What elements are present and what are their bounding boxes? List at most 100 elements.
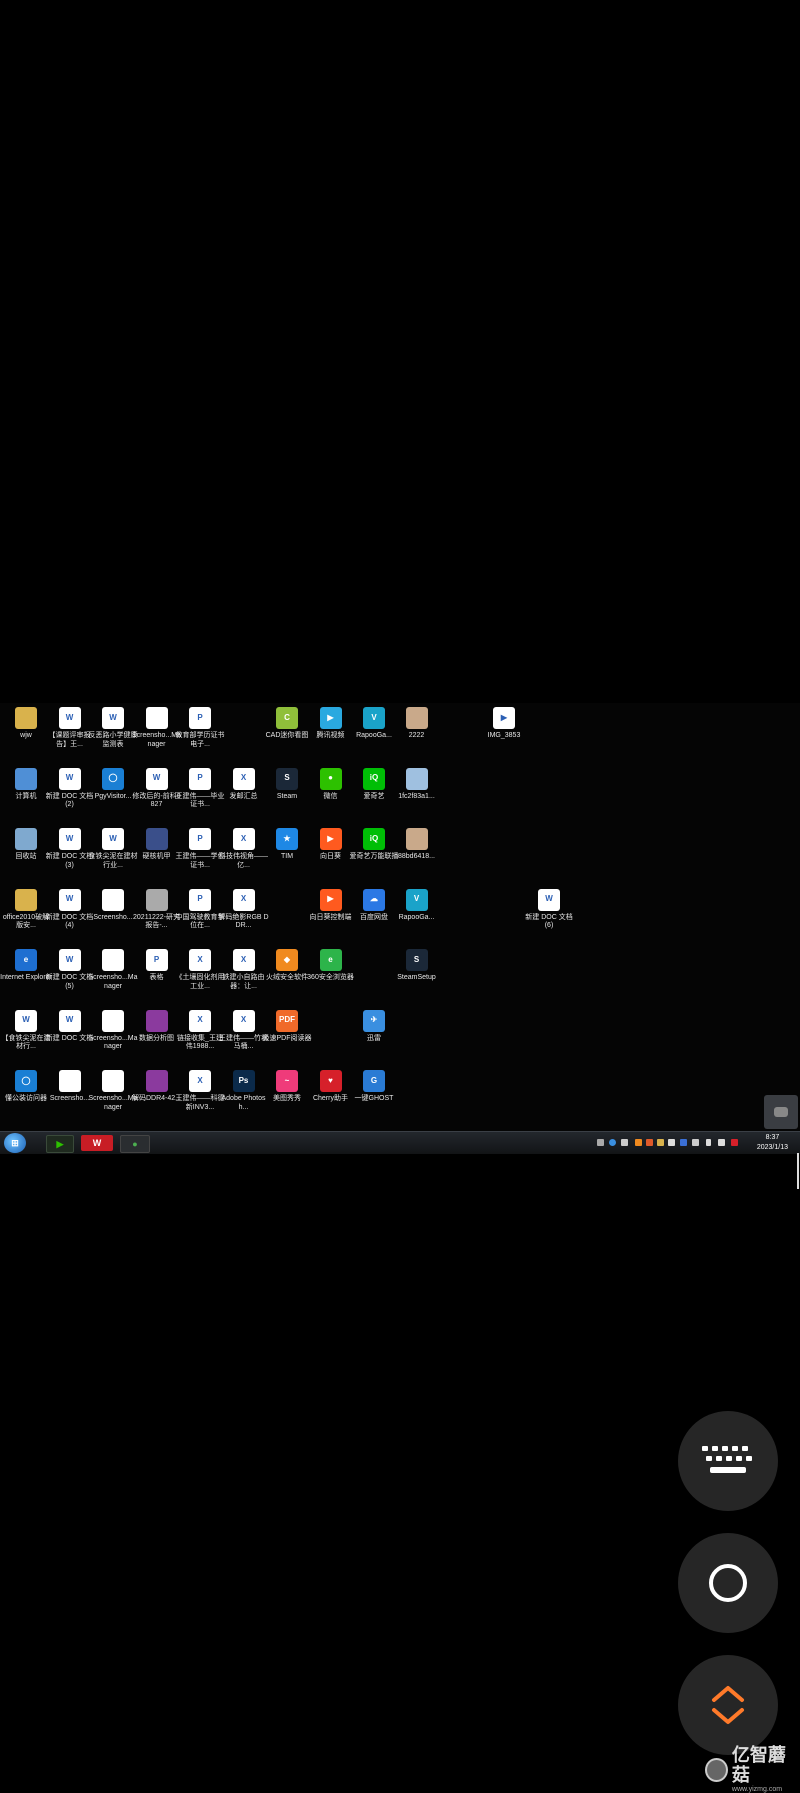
- desktop-icon[interactable]: PDF 极速PDF阅读器: [261, 1009, 313, 1044]
- desktop-corner-widget[interactable]: [764, 1095, 798, 1129]
- watermark-url: www.yizmg.com: [731, 1786, 783, 1793]
- start-button[interactable]: ⊞: [4, 1133, 26, 1153]
- desktop-icon[interactable]: S SteamSetup: [391, 949, 443, 983]
- app-icon: iQ: [363, 767, 385, 790]
- app-icon: ●: [319, 767, 342, 790]
- home-button[interactable]: [678, 1533, 778, 1633]
- app-icon: V: [405, 888, 428, 911]
- screen: { "desktop_icons": [ {"label":"wjw","col…: [0, 0, 800, 1793]
- app-icon: [15, 828, 37, 850]
- app-icon: S: [405, 949, 428, 971]
- tray-flag-icon[interactable]: [731, 1139, 738, 1146]
- tray-mail-icon[interactable]: [657, 1139, 664, 1146]
- app-icon: [102, 949, 124, 971]
- desktop-icon[interactable]: V RapooGa...: [391, 888, 443, 923]
- app-icon: ♥: [319, 1070, 342, 1092]
- app-icon: X: [189, 1070, 211, 1092]
- app-icon: P: [189, 888, 211, 911]
- app-icon: ☁: [363, 888, 385, 911]
- desktop-icon[interactable]: 88bd6418...: [391, 828, 443, 862]
- app-icon: ✈: [363, 1009, 385, 1032]
- app-icon: [15, 767, 37, 790]
- app-icon: [102, 1009, 124, 1032]
- app-icon: W: [15, 1009, 37, 1032]
- desktop-icon[interactable]: 2222: [391, 707, 443, 741]
- desktop-icon[interactable]: X 解码绝影RGB DDR...: [218, 888, 270, 931]
- tray-keyboard-icon[interactable]: [597, 1139, 604, 1146]
- keyboard-button[interactable]: [678, 1411, 778, 1511]
- taskbar-clock[interactable]: 8:37 2023/1/13: [757, 1133, 788, 1153]
- app-icon: ★: [276, 828, 298, 850]
- desktop-icon[interactable]: W 新建 DOC 文档 (6): [523, 888, 575, 931]
- app-icon: W: [58, 1009, 81, 1032]
- desktop-icon-label: 88bd6418...: [398, 853, 435, 860]
- app-icon: P: [189, 828, 211, 850]
- tray-bluetooth-icon[interactable]: [680, 1139, 687, 1146]
- chevron-up-down-icon: [712, 1686, 744, 1724]
- desktop-icon[interactable]: ✈ 迅雷: [348, 1009, 400, 1044]
- app-icon: [405, 767, 428, 790]
- app-icon: [15, 707, 37, 729]
- scroll-indicator[interactable]: [797, 1153, 799, 1189]
- tray-help-icon[interactable]: [609, 1139, 616, 1146]
- remote-desktop-view[interactable]: wjw W 【课题评审报告】王... W 反恶路小学健康监测表 Screensho...M…: [0, 703, 800, 1131]
- desktop-icon-label: 迅雷: [367, 1034, 381, 1042]
- desktop-icon-label: 极速PDF阅读器: [262, 1034, 312, 1042]
- clock-date: 2023/1/13: [756, 1144, 788, 1151]
- app-icon: S: [276, 767, 298, 790]
- desktop-icon-label: 2222: [408, 732, 425, 739]
- iqiyi-icon: ▶: [56, 1138, 64, 1149]
- app-icon: ▶: [319, 707, 342, 729]
- app-icon: W: [102, 707, 124, 729]
- app-icon: [145, 707, 168, 729]
- windows-logo-icon: ⊞: [11, 1137, 19, 1148]
- tray-app-icon[interactable]: [668, 1139, 675, 1146]
- taskbar-app-360[interactable]: ●: [120, 1135, 150, 1153]
- desktop-icon[interactable]: G 一键GHOST: [348, 1070, 400, 1104]
- app-icon: e: [319, 949, 342, 971]
- app-icon: ~: [276, 1070, 298, 1092]
- tray-volume-icon[interactable]: [706, 1139, 711, 1146]
- desktop-icon[interactable]: P 教育部学历证书电子...: [174, 707, 226, 749]
- desktop-icon-label: 教育部学历证书电子...: [175, 732, 225, 748]
- app-icon: W: [58, 828, 81, 850]
- wps-icon: W: [92, 1138, 102, 1148]
- app-icon: W: [102, 828, 124, 850]
- desktop-icon-label: IMG_3853: [487, 732, 521, 739]
- desktop-icon[interactable]: ▶ IMG_3853: [478, 707, 530, 741]
- watermark-text: 亿智蘑菇: [731, 1745, 786, 1785]
- tray-settings-icon[interactable]: [621, 1139, 628, 1146]
- app-icon: [145, 1070, 168, 1092]
- app-icon: W: [538, 888, 560, 911]
- tray-network-icon[interactable]: [718, 1139, 725, 1146]
- app-icon: [102, 888, 124, 911]
- desktop-icon[interactable]: e 360安全浏览器: [305, 949, 357, 983]
- taskbar-app-wps[interactable]: W: [81, 1135, 113, 1151]
- app-icon: P: [189, 767, 211, 790]
- app-icon: G: [363, 1070, 385, 1092]
- desktop-icon-label: 1fc2f83a1...: [398, 792, 435, 800]
- desktop-icon-label: RapooGa...: [398, 913, 435, 921]
- app-icon: W: [58, 767, 81, 790]
- desktop-icon-label: 360安全浏览器: [307, 974, 354, 981]
- app-icon: C: [276, 707, 298, 729]
- app-icon: W: [58, 707, 81, 729]
- app-icon: X: [189, 949, 211, 971]
- desktop-icon[interactable]: 1fc2f83a1...: [391, 767, 443, 802]
- taskbar-app-iqiyi[interactable]: ▶: [46, 1135, 74, 1153]
- app-icon: X: [232, 1009, 255, 1032]
- app-icon: ▶: [319, 888, 342, 911]
- navigation-toggle-button[interactable]: [678, 1655, 778, 1755]
- watermark-text-group: 亿智蘑菇 www.yizmg.com: [732, 1746, 800, 1793]
- keyboard-icon: [702, 1446, 752, 1473]
- app-icon: V: [363, 707, 385, 729]
- app-icon: ▶: [493, 707, 515, 729]
- app-icon: e: [15, 949, 37, 971]
- app-icon: P: [145, 949, 168, 971]
- desktop-icon-label: 解码绝影RGB DDR...: [218, 913, 269, 930]
- chat-icon: [774, 1107, 788, 1117]
- tray-device-icon[interactable]: [692, 1139, 699, 1146]
- tray-app-icon[interactable]: [646, 1139, 653, 1146]
- tray-app-icon[interactable]: [635, 1139, 642, 1146]
- app-icon: ◯: [15, 1070, 37, 1092]
